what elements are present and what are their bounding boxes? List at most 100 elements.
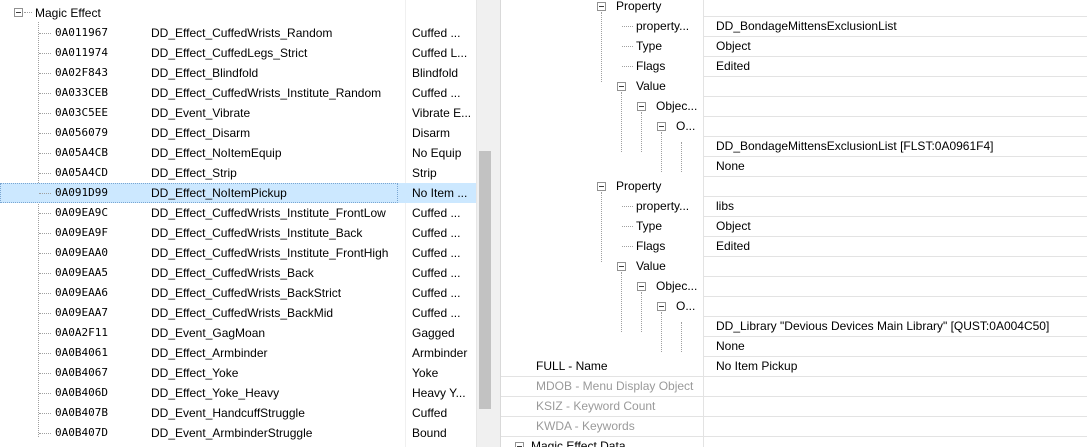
record-row[interactable]: 0A09EA9F DD_Effect_CuffedWrists_Institute… xyxy=(0,223,476,243)
record-row[interactable]: 0A0B407D DD_Event_ArmbinderStruggle Bound xyxy=(0,423,476,443)
editor-id-cell: DD_Event_HandcuffStruggle xyxy=(151,406,305,420)
field-value[interactable]: None xyxy=(716,156,1086,176)
record-row[interactable]: 0A033CEB DD_Effect_CuffedWrists_Institute… xyxy=(0,83,476,103)
record-row[interactable]: 0A02F843 DD_Effect_Blindfold Blindfold xyxy=(0,63,476,83)
collapse-expander[interactable] xyxy=(515,442,524,447)
form-id-cell: 0A0B406D xyxy=(55,386,108,399)
tree-connector xyxy=(622,246,633,247)
field-value[interactable]: No Item Pickup xyxy=(716,356,1086,376)
field-label[interactable]: Objec... xyxy=(656,276,701,296)
vertical-scrollbar[interactable] xyxy=(476,0,493,447)
field-label[interactable]: KWDA - Keywords xyxy=(536,416,701,436)
collapse-expander[interactable] xyxy=(637,102,646,111)
tree-connector xyxy=(39,253,51,254)
tree-connector xyxy=(39,213,51,214)
record-view-pane[interactable]: Property property... DD_BondageMittensExcl… xyxy=(501,0,1087,447)
form-id-cell: 0A0B407D xyxy=(55,426,108,439)
form-id-cell: 0A09EA9C xyxy=(55,206,108,219)
record-row[interactable]: 0A09EA9C DD_Effect_CuffedWrists_Institute… xyxy=(0,203,476,223)
field-label[interactable]: O... xyxy=(676,296,701,316)
field-value[interactable]: Object xyxy=(716,36,1086,56)
record-row[interactable]: 0A011967 DD_Effect_CuffedWrists_Random Cuf… xyxy=(0,23,476,43)
record-row[interactable]: 0A0B4061 DD_Effect_Armbinder Armbinder xyxy=(0,343,476,363)
collapse-expander[interactable] xyxy=(637,282,646,291)
field-value[interactable]: Edited xyxy=(716,236,1086,256)
tree-connector xyxy=(39,153,51,154)
form-id-cell: 0A05A4CB xyxy=(55,146,108,159)
column-separator xyxy=(703,0,704,447)
field-label[interactable]: Flags xyxy=(636,236,701,256)
field-label[interactable]: KSIZ - Keyword Count xyxy=(536,396,701,416)
collapse-expander[interactable] xyxy=(657,122,666,131)
record-row[interactable]: 0A03C5EE DD_Event_Vibrate Vibrate E... xyxy=(0,103,476,123)
form-id-cell: 0A056079 xyxy=(55,126,108,139)
field-label[interactable]: Value xyxy=(636,256,701,276)
tree-connector xyxy=(601,192,602,262)
tree-root-label[interactable]: Magic Effect xyxy=(35,5,101,21)
name-cell: Cuffed ... xyxy=(412,226,461,240)
tree-connector xyxy=(39,313,51,314)
field-value[interactable]: Edited xyxy=(716,56,1086,76)
field-label[interactable]: Magic Effect Data xyxy=(531,436,701,447)
editor-id-cell: DD_Effect_CuffedWrists_Back xyxy=(151,266,314,280)
tree-connector xyxy=(681,322,682,352)
collapse-expander[interactable] xyxy=(657,302,666,311)
field-value[interactable]: DD_Library "Devious Devices Main Library… xyxy=(716,316,1086,336)
record-row[interactable]: 0A09EAA7 DD_Effect_CuffedWrists_BackMid Cu… xyxy=(0,303,476,323)
record-row[interactable]: 0A05A4CD DD_Effect_Strip Strip xyxy=(0,163,476,183)
record-row[interactable]: 0A056079 DD_Effect_Disarm Disarm xyxy=(0,123,476,143)
record-row[interactable]: 0A09EAA0 DD_Effect_CuffedWrists_Institute… xyxy=(0,243,476,263)
field-label[interactable]: Objec... xyxy=(656,96,701,116)
field-value[interactable]: DD_BondageMittensExclusionList xyxy=(716,16,1086,36)
field-label[interactable]: FULL - Name xyxy=(536,356,701,376)
field-label[interactable]: property... xyxy=(636,16,701,36)
field-value[interactable]: libs xyxy=(716,196,1086,216)
field-value[interactable]: Object xyxy=(716,216,1086,236)
field-label[interactable]: MDOB - Menu Display Object xyxy=(536,376,701,396)
row-gridline xyxy=(703,296,1087,297)
tree-connector xyxy=(39,33,51,34)
record-row[interactable]: 0A09EAA6 DD_Effect_CuffedWrists_BackStric… xyxy=(0,283,476,303)
tree-connector xyxy=(39,73,51,74)
tree-connector xyxy=(641,112,642,152)
field-label[interactable]: O... xyxy=(676,116,701,136)
record-row[interactable]: 0A011974 DD_Effect_CuffedLegs_Strict Cuffe… xyxy=(0,43,476,63)
form-id-cell: 0A0B4067 xyxy=(55,366,108,379)
tree-connector xyxy=(661,312,662,352)
name-cell: Armbinder xyxy=(412,346,468,360)
record-row[interactable]: 0A0B407B DD_Event_HandcuffStruggle Cuffed xyxy=(0,403,476,423)
tree-connector xyxy=(39,393,51,394)
pane-splitter[interactable] xyxy=(493,0,501,447)
field-value[interactable]: None xyxy=(716,336,1086,356)
name-cell: Cuffed ... xyxy=(412,246,461,260)
editor-id-cell: DD_Effect_Yoke xyxy=(151,366,239,380)
record-row[interactable]: 0A09EAA5 DD_Effect_CuffedWrists_Back Cuffe… xyxy=(0,263,476,283)
tree-connector xyxy=(24,12,32,13)
editor-id-cell: DD_Effect_CuffedWrists_Institute_Random xyxy=(151,86,382,100)
field-label[interactable]: Property xyxy=(616,0,701,16)
collapse-expander[interactable] xyxy=(597,182,606,191)
collapse-expander[interactable] xyxy=(14,8,23,17)
name-cell: Cuffed ... xyxy=(412,26,461,40)
field-label[interactable]: Type xyxy=(636,36,701,56)
record-row[interactable]: 0A091D99 DD_Effect_NoItemPickup No Item ..… xyxy=(0,183,476,203)
scrollbar-thumb[interactable] xyxy=(479,151,491,409)
field-value[interactable]: DD_BondageMittensExclusionList [FLST:0A0… xyxy=(716,136,1086,156)
record-row[interactable]: 0A0B406D DD_Effect_Yoke_Heavy Heavy Y... xyxy=(0,383,476,403)
record-row[interactable]: 0A05A4CB DD_Effect_NoItemEquip No Equip xyxy=(0,143,476,163)
field-label[interactable]: Flags xyxy=(636,56,701,76)
collapse-expander[interactable] xyxy=(597,2,606,11)
name-cell: Vibrate E... xyxy=(412,106,472,120)
collapse-expander[interactable] xyxy=(617,82,626,91)
field-label[interactable]: Value xyxy=(636,76,701,96)
record-row[interactable]: 0A0A2F11 DD_Event_GagMoan Gagged xyxy=(0,323,476,343)
collapse-expander[interactable] xyxy=(617,262,626,271)
field-label[interactable]: Type xyxy=(636,216,701,236)
record-row[interactable]: 0A0B4067 DD_Effect_Yoke Yoke xyxy=(0,363,476,383)
record-list-pane[interactable]: Magic Effect 0A011967 DD_Effect_CuffedWri… xyxy=(0,0,476,447)
field-label[interactable]: property... xyxy=(636,196,701,216)
editor-id-cell: DD_Effect_CuffedWrists_Institute_FrontHi… xyxy=(151,246,389,260)
tree-connector xyxy=(622,226,633,227)
form-id-cell: 0A09EAA5 xyxy=(55,266,108,279)
field-label[interactable]: Property xyxy=(616,176,701,196)
